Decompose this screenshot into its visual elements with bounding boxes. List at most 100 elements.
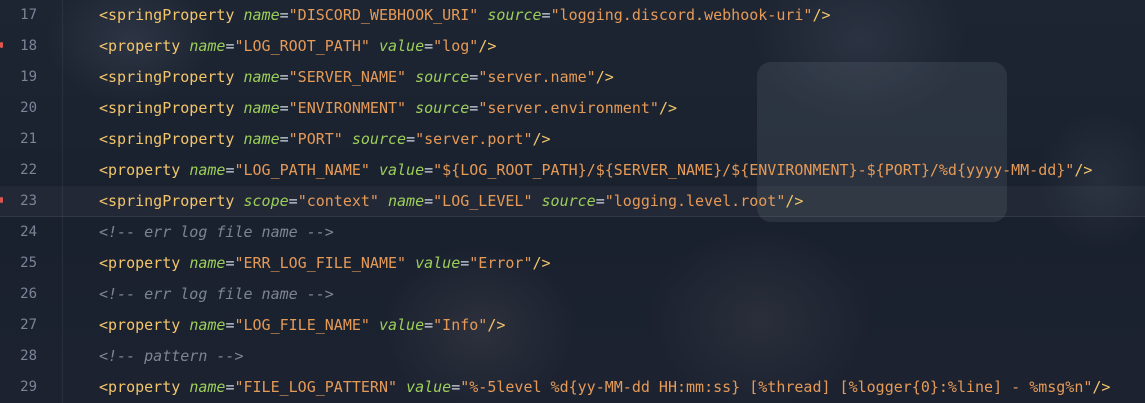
code-text[interactable]: <springProperty name="DISCORD_WEBHOOK_UR… bbox=[99, 0, 831, 31]
token-str: "logging.level.root" bbox=[604, 192, 786, 210]
token-str: "${LOG_ROOT_PATH}/${SERVER_NAME}/${ENVIR… bbox=[433, 161, 1075, 179]
code-text[interactable]: <springProperty name="ENVIRONMENT" sourc… bbox=[99, 93, 677, 124]
token-attr: name bbox=[189, 378, 226, 396]
line-number: 19 bbox=[20, 69, 37, 85]
token-tag: <springProperty bbox=[99, 192, 235, 210]
token-punct: /> bbox=[478, 37, 497, 55]
token-attr: name bbox=[243, 99, 280, 117]
token-tag: <property bbox=[99, 316, 181, 334]
code-text[interactable]: <!-- pattern --> bbox=[99, 341, 244, 372]
code-text[interactable]: <!-- err log file name --> bbox=[99, 279, 334, 310]
code-line[interactable]: 18 <property name="LOG_ROOT_PATH" value="… bbox=[0, 31, 1145, 62]
token-str: "LOG_PATH_NAME" bbox=[234, 161, 370, 179]
code-text[interactable]: <property name="LOG_ROOT_PATH" value="lo… bbox=[99, 31, 496, 62]
token-eq: = bbox=[595, 192, 605, 210]
token-str: "logging.discord.webhook-uri" bbox=[550, 6, 813, 24]
token-eq: = bbox=[424, 161, 434, 179]
token-attr: value bbox=[378, 161, 425, 179]
token-eq: = bbox=[451, 378, 461, 396]
token-tag: <springProperty bbox=[99, 6, 235, 24]
code-text[interactable]: <springProperty name="PORT" source="serv… bbox=[99, 124, 551, 155]
code-line[interactable]: 27 <property name="LOG_FILE_NAME" value="… bbox=[0, 310, 1145, 341]
code-text[interactable]: <!-- err log file name --> bbox=[99, 217, 334, 248]
code-line[interactable]: 26 <!-- err log file name --> bbox=[0, 279, 1145, 310]
code-line[interactable]: 19 <springProperty name="SERVER_NAME" sou… bbox=[0, 62, 1145, 93]
token-attr: name bbox=[243, 6, 280, 24]
token-str: "PORT" bbox=[288, 130, 343, 148]
code-line[interactable]: 17 <springProperty name="DISCORD_WEBHOOK_… bbox=[0, 0, 1145, 31]
token-str: "LOG_ROOT_PATH" bbox=[234, 37, 370, 55]
code-lines: 17 <springProperty name="DISCORD_WEBHOOK_… bbox=[0, 0, 1145, 403]
token-attr: scope bbox=[243, 192, 289, 210]
code-line[interactable]: 23 <springProperty scope="context" name="… bbox=[0, 186, 1145, 217]
token-punct: /> bbox=[785, 192, 804, 210]
line-number: 25 bbox=[20, 255, 37, 271]
token-punct: /> bbox=[1092, 378, 1111, 396]
line-number: 26 bbox=[20, 286, 37, 302]
code-text[interactable]: <property name="LOG_FILE_NAME" value="In… bbox=[99, 310, 505, 341]
code-line[interactable]: 29 <property name = "FILE_LOG_PATTERN" valu… bbox=[0, 372, 1145, 403]
code-editor[interactable]: 17 <springProperty name="DISCORD_WEBHOOK_… bbox=[0, 0, 1145, 403]
token-tag: <property bbox=[99, 161, 181, 179]
code-text[interactable]: <property name = "ERR_LOG_FILE_NAME" value… bbox=[99, 248, 551, 279]
token-punct: /> bbox=[532, 254, 551, 272]
token-punct: /> bbox=[532, 130, 551, 148]
token-eq: = bbox=[424, 192, 434, 210]
token-tag: <springProperty bbox=[99, 68, 235, 86]
code-text[interactable]: <property name="FILE_LOG_PATTERN" value=… bbox=[99, 372, 1110, 403]
token-punct: /> bbox=[812, 6, 831, 24]
token-punct: /> bbox=[487, 316, 506, 334]
code-text[interactable]: <springProperty scope="context" name="LO… bbox=[99, 186, 803, 217]
code-line[interactable]: 28 <!-- pattern --> bbox=[0, 341, 1145, 372]
token-eq: = bbox=[406, 130, 416, 148]
token-tag: <property bbox=[99, 254, 181, 272]
token-eq: = bbox=[279, 99, 289, 117]
token-attr: value bbox=[415, 254, 461, 272]
code-line[interactable]: 20 <springProperty name="ENVIRONMENT" sou… bbox=[0, 93, 1145, 124]
code-text[interactable]: <property name="LOG_PATH_NAME" value="${… bbox=[99, 155, 1092, 186]
token-comment: <!-- err log file name --> bbox=[99, 223, 334, 241]
token-attr: name bbox=[189, 37, 226, 55]
token-eq: = bbox=[460, 254, 470, 272]
line-number: 21 bbox=[20, 131, 37, 147]
line-number: 24 bbox=[20, 224, 37, 240]
token-punct: /> bbox=[595, 68, 614, 86]
token-attr: source bbox=[351, 130, 407, 148]
token-attr: name bbox=[243, 130, 280, 148]
code-line[interactable]: 25 <property name = "ERR_LOG_FILE_NAME" val… bbox=[0, 248, 1145, 279]
token-attr: name bbox=[189, 254, 226, 272]
token-attr: name bbox=[189, 316, 226, 334]
code-text[interactable]: <springProperty name="SERVER_NAME" sourc… bbox=[99, 62, 614, 93]
code-line[interactable]: 24 <!-- err log file name --> bbox=[0, 217, 1145, 248]
token-str: "Info" bbox=[433, 316, 488, 334]
token-attr: value bbox=[378, 37, 425, 55]
token-attr: name bbox=[189, 161, 226, 179]
token-str: "server.port" bbox=[415, 130, 533, 148]
token-eq: = bbox=[279, 130, 289, 148]
token-attr: source bbox=[415, 68, 470, 86]
token-eq: = bbox=[288, 192, 298, 210]
token-attr: source bbox=[487, 6, 542, 24]
line-number: 17 bbox=[20, 7, 37, 23]
token-str: "context" bbox=[297, 192, 379, 210]
token-str: "ENVIRONMENT" bbox=[288, 99, 407, 117]
code-line[interactable]: 22 <property name="LOG_PATH_NAME" value="… bbox=[0, 155, 1145, 186]
code-line[interactable]: 21 <springProperty name="PORT" source="se… bbox=[0, 124, 1145, 155]
